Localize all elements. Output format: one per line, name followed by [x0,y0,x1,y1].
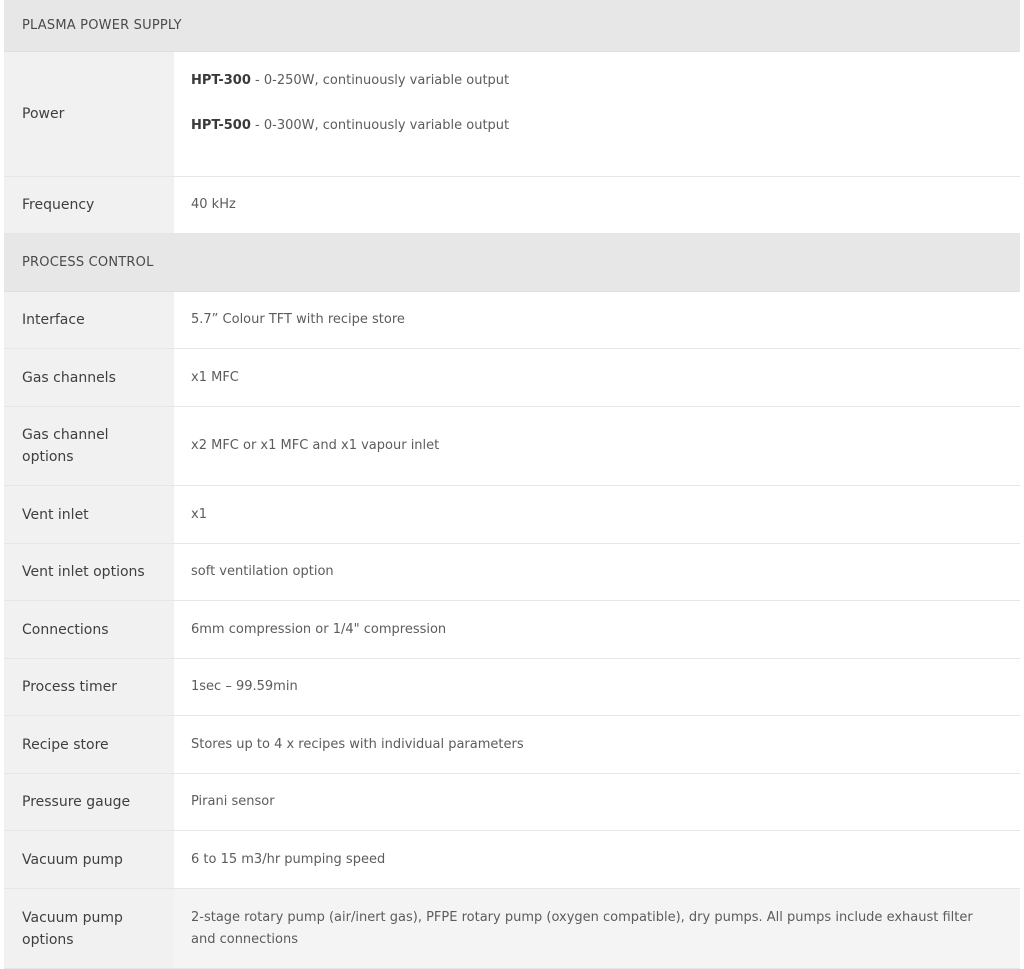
spec-label: Connections [4,601,174,658]
section-header-process-control: PROCESS CONTROL [4,234,1020,292]
section-header-plasma-power-supply: PLASMA POWER SUPPLY [4,0,1020,52]
spec-value: 40 kHz [174,177,1020,233]
spec-row-power: Power HPT-300 - 0-250W, continuously var… [4,52,1020,177]
spec-value: Pirani sensor [174,774,1020,830]
spec-label: Recipe store [4,716,174,773]
spec-row-vacuum-pump: Vacuum pump 6 to 15 m3/hr pumping speed [4,831,1020,889]
spec-value: soft ventilation option [174,544,1020,600]
spec-value: 1sec – 99.59min [174,659,1020,715]
spec-row-vent-inlet-options: Vent inlet options soft ventilation opti… [4,544,1020,601]
spec-value: 6 to 15 m3/hr pumping speed [174,831,1020,888]
spec-value: x1 [174,486,1020,543]
spec-value: 5.7” Colour TFT with recipe store [174,292,1020,348]
spec-row-frequency: Frequency 40 kHz [4,177,1020,234]
spec-value: x2 MFC or x1 MFC and x1 vapour inlet [174,407,1020,485]
spec-label: Frequency [4,177,174,233]
spec-label: Vent inlet options [4,544,174,600]
spec-label: Vacuum pump options [4,889,174,968]
spec-value: x1 MFC [174,349,1020,406]
spec-value: 6mm compression or 1/4" compression [174,601,1020,658]
power-line-hpt-300: HPT-300 - 0-250W, continuously variable … [191,70,509,92]
spec-value: Stores up to 4 x recipes with individual… [174,716,1020,773]
spec-value: 2-stage rotary pump (air/inert gas), PFP… [174,889,1020,968]
model-spec: - 0-250W, continuously variable output [250,73,510,88]
spec-row-vacuum-pump-options: Vacuum pump options 2-stage rotary pump … [4,889,1020,969]
spec-label: Vacuum pump [4,831,174,888]
model-name: HPT-500 [191,118,251,133]
spec-row-vent-inlet: Vent inlet x1 [4,486,1020,544]
spec-row-process-timer: Process timer 1sec – 99.59min [4,659,1020,716]
model-spec: - 0-300W, continuously variable output [250,118,510,133]
spec-label: Gas channels [4,349,174,406]
spec-label: Vent inlet [4,486,174,543]
spec-row-gas-channel-options: Gas channel options x2 MFC or x1 MFC and… [4,407,1020,486]
spec-row-recipe-store: Recipe store Stores up to 4 x recipes wi… [4,716,1020,774]
spec-label: Interface [4,292,174,348]
spec-label: Pressure gauge [4,774,174,830]
spec-label: Process timer [4,659,174,715]
spec-value: HPT-300 - 0-250W, continuously variable … [174,52,1020,176]
spec-row-pressure-gauge: Pressure gauge Pirani sensor [4,774,1020,831]
spec-label: Gas channel options [4,407,174,485]
spec-row-gas-channels: Gas channels x1 MFC [4,349,1020,407]
spec-row-interface: Interface 5.7” Colour TFT with recipe st… [4,292,1020,349]
model-name: HPT-300 [191,73,251,88]
power-line-hpt-500: HPT-500 - 0-300W, continuously variable … [191,115,509,137]
spec-row-connections: Connections 6mm compression or 1/4" comp… [4,601,1020,659]
spec-label: Power [4,52,174,176]
spec-table: PLASMA POWER SUPPLY Power HPT-300 - 0-25… [4,0,1020,969]
